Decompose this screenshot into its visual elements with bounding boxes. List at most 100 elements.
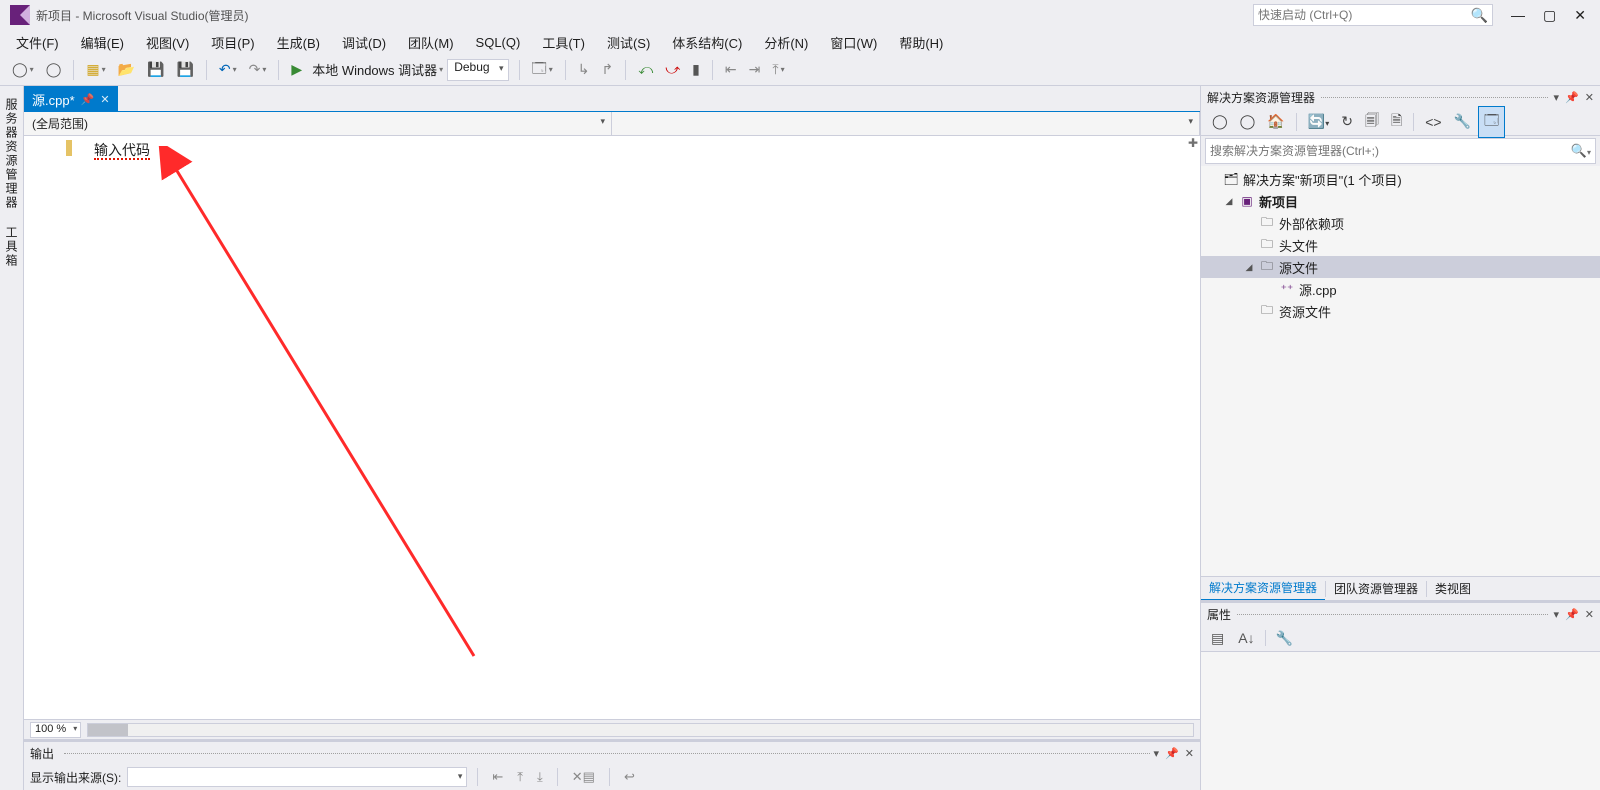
comment-button[interactable]: ⤺ [634, 59, 657, 80]
menu-team[interactable]: 团队(M) [398, 31, 464, 54]
tab-solution-explorer[interactable]: 解决方案资源管理器 [1201, 576, 1325, 601]
minimize-button[interactable]: — [1511, 7, 1525, 24]
prop-dropdown-icon[interactable]: ▾ [1554, 608, 1560, 621]
output-pin-icon[interactable]: 📌 [1165, 747, 1179, 760]
se-preview-icon[interactable]: 🗔 [1478, 106, 1505, 138]
search-icon[interactable]: 🔍 [1471, 7, 1488, 24]
search-icon[interactable]: 🔍▾ [1571, 143, 1591, 159]
menu-sql[interactable]: SQL(Q) [466, 33, 531, 52]
se-home-icon[interactable]: 🏠 [1262, 110, 1289, 133]
output-clear-icon[interactable]: ✕▤ [568, 769, 599, 785]
se-pin-icon[interactable]: 📌 [1565, 91, 1579, 104]
document-tab-source-cpp[interactable]: 源.cpp* 📌 ✕ [24, 86, 118, 112]
se-search-input[interactable] [1210, 144, 1571, 158]
solution-tree[interactable]: 🗂 解决方案"新项目"(1 个项目) ◢▣ 新项目 🗀 外部依赖项 🗀 头文件 … [1201, 166, 1600, 576]
expander-icon[interactable]: ◢ [1243, 262, 1255, 273]
step-into-button[interactable]: ↳ [574, 59, 594, 80]
misc-button-1[interactable]: 🗔▾ [528, 56, 557, 84]
tree-source-file[interactable]: ⁺⁺ 源.cpp [1201, 278, 1600, 300]
menu-project[interactable]: 项目(P) [201, 31, 264, 54]
tree-external-deps[interactable]: 🗀 外部依赖项 [1201, 212, 1600, 234]
open-file-button[interactable]: 📂 [114, 59, 139, 80]
code-editor[interactable]: 输入代码 ✚ [24, 136, 1200, 719]
step-over-button[interactable]: ↱ [598, 59, 618, 80]
menu-architecture[interactable]: 体系结构(C) [662, 31, 752, 54]
se-viewcode-icon[interactable]: <> [1420, 111, 1446, 133]
redo-button[interactable]: ↷▾ [245, 59, 271, 80]
se-showall-icon[interactable]: 🗎 [1386, 107, 1407, 137]
toolbox-tab[interactable]: 工具箱 [1, 218, 22, 276]
bookmark-button[interactable]: ▮ [688, 59, 704, 80]
tab-class-view[interactable]: 类视图 [1427, 577, 1479, 600]
code-navigation-bar: (全局范围) [24, 112, 1200, 136]
pin-icon[interactable]: 📌 [81, 93, 95, 106]
quick-launch[interactable]: 🔍 [1253, 4, 1493, 26]
start-debugging-button[interactable]: ▶ [287, 59, 306, 80]
output-close-icon[interactable]: ✕ [1185, 747, 1194, 760]
change-marker [66, 140, 72, 156]
prop-pin-icon[interactable]: 📌 [1565, 608, 1579, 621]
se-dropdown-icon[interactable]: ▾ [1554, 91, 1560, 104]
menu-analyze[interactable]: 分析(N) [754, 31, 818, 54]
scope-combo[interactable]: (全局范围) [24, 112, 612, 135]
output-source-combo[interactable] [127, 767, 467, 787]
menu-tools[interactable]: 工具(T) [532, 31, 595, 54]
split-grip-icon[interactable]: ✚ [1186, 136, 1200, 150]
menu-edit[interactable]: 编辑(E) [71, 31, 134, 54]
close-button[interactable]: ✕ [1574, 7, 1586, 24]
menu-build[interactable]: 生成(B) [267, 31, 330, 54]
output-dropdown-icon[interactable]: ▾ [1154, 747, 1160, 760]
debugger-dropdown-icon[interactable]: ▾ [439, 65, 443, 74]
back-button[interactable]: ◯▾ [8, 59, 38, 80]
expander-icon[interactable]: ◢ [1223, 196, 1235, 207]
prop-close-icon[interactable]: ✕ [1585, 608, 1594, 621]
misc-button-2[interactable]: ⇤ [721, 59, 741, 80]
undo-button[interactable]: ↶▾ [215, 59, 241, 80]
menu-debug[interactable]: 调试(D) [332, 31, 396, 54]
prop-wrench-icon[interactable]: 🔧 [1272, 630, 1297, 647]
se-back-icon[interactable]: ◯ [1207, 110, 1233, 133]
prop-alphabetical-icon[interactable]: A↓ [1234, 630, 1258, 646]
prop-categorized-icon[interactable]: ▤ [1207, 630, 1228, 647]
menu-test[interactable]: 测试(S) [597, 31, 660, 54]
debugger-label[interactable]: 本地 Windows 调试器 [312, 60, 437, 79]
se-sync-icon[interactable]: 🔄▾ [1303, 110, 1334, 133]
close-icon[interactable]: ✕ [100, 93, 109, 106]
tree-resources[interactable]: 🗀 资源文件 [1201, 300, 1600, 322]
misc-button-4[interactable]: ⤒▾ [768, 59, 788, 80]
output-wordwrap-icon[interactable]: ↩ [620, 769, 639, 785]
member-combo[interactable] [612, 112, 1200, 135]
server-explorer-tab[interactable]: 服务器资源管理器 [1, 90, 22, 218]
se-forward-icon[interactable]: ◯ [1235, 110, 1261, 133]
forward-button[interactable]: ◯ [42, 59, 66, 80]
code-line: 输入代码 [94, 140, 150, 160]
output-goto-icon[interactable]: ⤓ [533, 769, 547, 785]
new-project-button[interactable]: ▦▾ [82, 59, 109, 80]
properties-grid[interactable] [1201, 651, 1600, 790]
quick-launch-input[interactable] [1258, 8, 1471, 22]
tree-solution-root[interactable]: 🗂 解决方案"新项目"(1 个项目) [1201, 168, 1600, 190]
menu-file[interactable]: 文件(F) [6, 31, 69, 54]
tab-team-explorer[interactable]: 团队资源管理器 [1326, 577, 1426, 600]
save-all-button[interactable]: 💾 [172, 59, 197, 80]
menu-view[interactable]: 视图(V) [136, 31, 199, 54]
tree-headers[interactable]: 🗀 头文件 [1201, 234, 1600, 256]
tree-project[interactable]: ◢▣ 新项目 [1201, 190, 1600, 212]
solution-explorer-search[interactable]: 🔍▾ [1205, 138, 1596, 164]
menu-window[interactable]: 窗口(W) [820, 31, 887, 54]
menu-help[interactable]: 帮助(H) [889, 31, 953, 54]
output-prev-icon[interactable]: ⇤ [488, 769, 507, 785]
uncomment-button[interactable]: ⤻ [661, 59, 684, 80]
maximize-button[interactable]: ▢ [1543, 7, 1556, 24]
tree-sources[interactable]: ◢🗀 源文件 [1201, 256, 1600, 278]
output-next-icon[interactable]: ⤒ [513, 769, 527, 785]
se-close-icon[interactable]: ✕ [1585, 91, 1594, 104]
zoom-combo[interactable]: 100 % [30, 722, 81, 738]
configuration-combo[interactable]: Debug [447, 59, 508, 81]
se-properties-icon[interactable]: 🔧 [1449, 110, 1476, 133]
misc-button-3[interactable]: ⇥ [745, 59, 765, 80]
horizontal-scrollbar[interactable] [87, 723, 1194, 737]
save-button[interactable]: 💾 [143, 59, 168, 80]
se-refresh-icon[interactable]: ↻ [1336, 110, 1358, 133]
se-collapse-icon[interactable]: 🗐 [1360, 107, 1384, 137]
